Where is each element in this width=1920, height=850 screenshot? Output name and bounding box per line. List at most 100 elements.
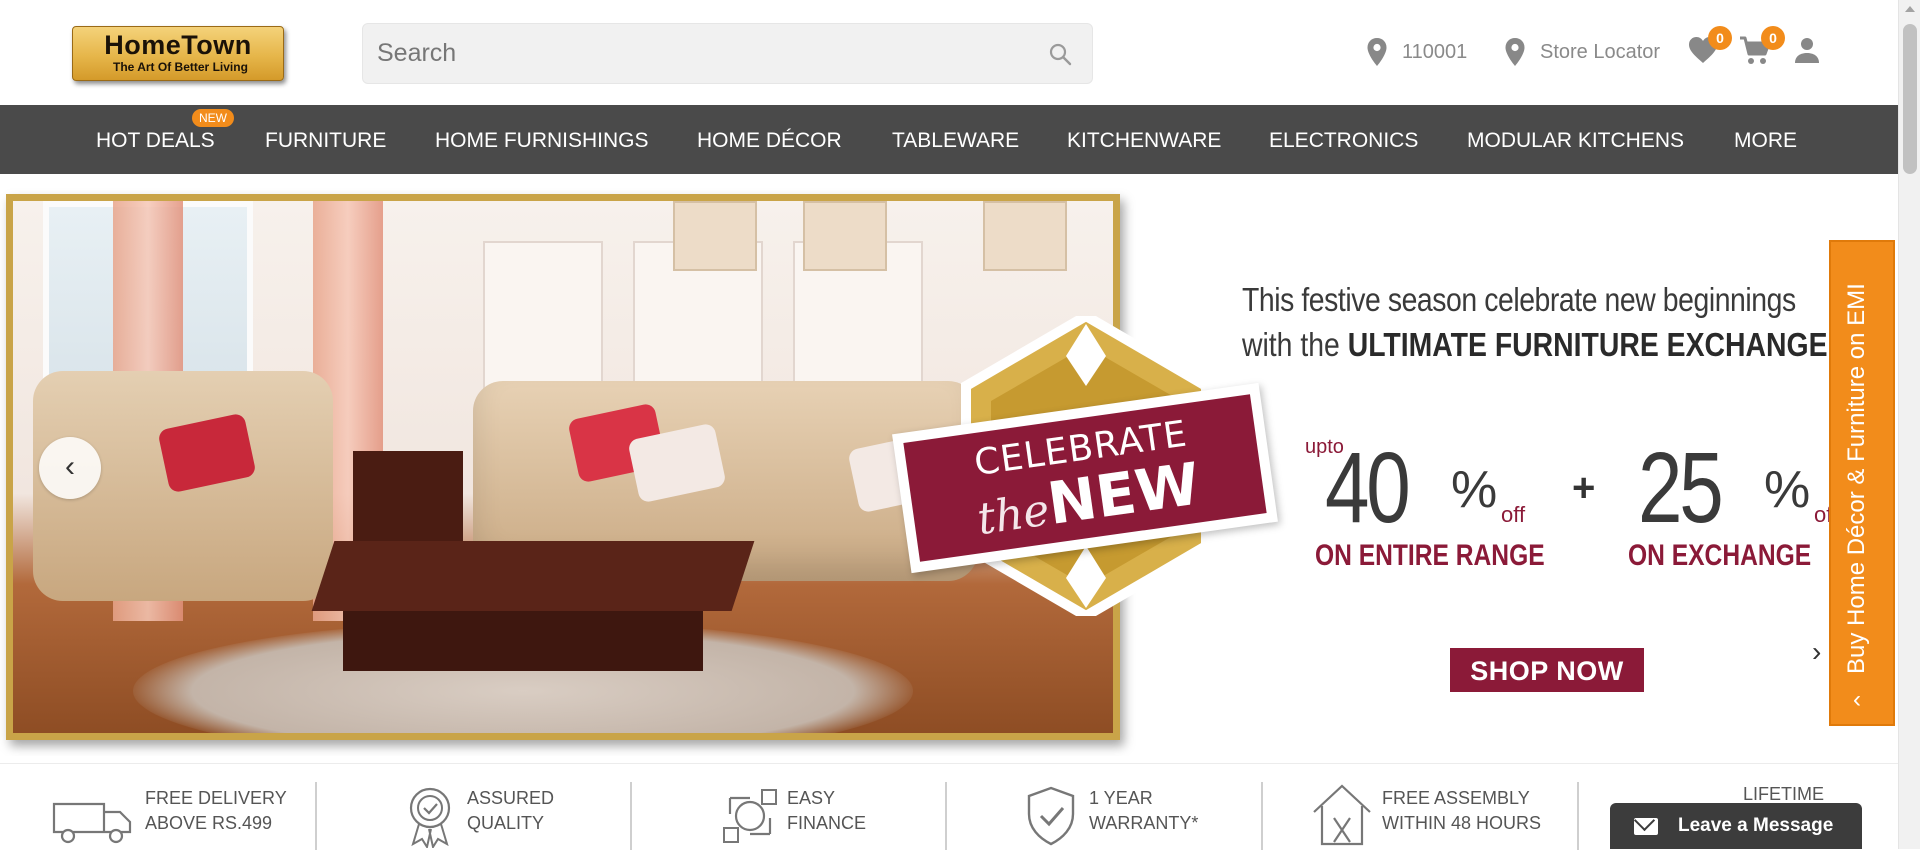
nav-item-more[interactable]: MORE [1734, 105, 1797, 174]
logo-tagline: The Art Of Better Living [113, 60, 248, 74]
scrollbar-thumb[interactable] [1903, 24, 1917, 174]
feature-label: ASSURED QUALITY [467, 786, 554, 836]
quality-badge-icon [409, 787, 451, 848]
feature-label: FREE DELIVERY ABOVE RS.499 [145, 786, 287, 836]
location-pin-icon [1367, 38, 1387, 66]
offer-percent-sign: % [1764, 461, 1811, 519]
ribbon-script-text: the [974, 484, 1053, 546]
feature-line1: ASSURED [467, 788, 555, 808]
coffee-table-illustration [311, 541, 755, 611]
feature-line1: FREE ASSEMBLY [1382, 788, 1530, 808]
main-nav: HOT DEALS NEW FURNITURE HOME FURNISHINGS… [0, 105, 1898, 174]
wishlist-button[interactable]: 0 [1688, 26, 1732, 69]
feature-line1: EASY [787, 788, 836, 808]
nav-item-label: HOT DEALS [96, 129, 215, 152]
nav-item-furniture[interactable]: FURNITURE [265, 105, 386, 174]
scroll-up-arrow-icon[interactable] [1905, 6, 1915, 12]
feature-assured-quality: ASSURED QUALITY [405, 764, 625, 850]
feature-divider [945, 782, 947, 850]
offer-percent-value: 40 [1325, 432, 1411, 544]
store-locator-label: Store Locator [1540, 40, 1661, 63]
promo-headline: This festive season celebrate new beginn… [1242, 281, 1796, 318]
logo-wordmark: HomeTown [104, 30, 252, 60]
offer-percent-sign: % [1451, 461, 1498, 519]
prev-slide-button[interactable]: ‹ [39, 437, 101, 499]
nav-item-home-decor[interactable]: HOME DÉCOR [697, 105, 842, 174]
feature-line1: 1 YEAR [1089, 788, 1153, 808]
nav-item-label: HOME DÉCOR [697, 129, 842, 152]
feature-divider [1577, 782, 1579, 850]
feature-label: 1 YEAR WARRANTY* [1089, 786, 1198, 836]
feature-label: EASY FINANCE [787, 786, 866, 836]
shield-check-icon [1027, 786, 1075, 846]
page-scrollbar[interactable] [1898, 0, 1920, 849]
finance-icon [723, 789, 777, 843]
cart-count-badge: 0 [1761, 26, 1785, 50]
offer-percent-value: 25 [1638, 432, 1724, 544]
offer-off-text: off [1501, 502, 1526, 527]
chevron-left-icon: ‹ [1853, 686, 1861, 713]
nav-item-modular-kitchens[interactable]: MODULAR KITCHENS [1467, 105, 1684, 174]
store-locator-link[interactable]: Store Locator [1504, 32, 1660, 72]
plus-sign: + [1572, 466, 1596, 510]
feature-line1: FREE DELIVERY [145, 788, 287, 808]
leave-message-label: Leave a Message [1678, 815, 1834, 836]
house-tools-icon [1313, 784, 1371, 846]
nav-item-kitchenware[interactable]: KITCHENWARE [1067, 105, 1221, 174]
wall-art [673, 201, 757, 271]
site-header: HomeTown The Art Of Better Living 110001… [0, 0, 1898, 105]
new-badge: NEW [192, 109, 234, 127]
cart-button[interactable]: 0 [1739, 26, 1785, 71]
feature-divider [630, 782, 632, 850]
offer-caption: ON EXCHANGE [1628, 539, 1812, 572]
feature-divider [315, 782, 317, 850]
feature-easy-finance: EASY FINANCE [722, 764, 942, 850]
feature-line2: WARRANTY* [1089, 813, 1199, 833]
account-button[interactable] [1793, 36, 1821, 69]
feature-line2: FINANCE [787, 813, 867, 833]
emi-side-tab[interactable]: Buy Home Décor & Furniture on EMI ‹ [1829, 240, 1895, 726]
feature-line2: QUALITY [467, 813, 545, 833]
nav-item-label: MODULAR KITCHENS [1467, 129, 1685, 152]
feature-warranty: 1 YEAR WARRANTY* [1025, 764, 1245, 850]
leave-message-button[interactable]: Leave a Message [1610, 803, 1862, 849]
delivery-truck-icon [52, 802, 132, 844]
wall-art [983, 201, 1067, 271]
shop-now-button[interactable]: SHOP NOW [1450, 648, 1644, 692]
envelope-icon [1634, 818, 1658, 835]
feature-label: FREE ASSEMBLY WITHIN 48 HOURS [1382, 786, 1541, 836]
feature-divider [1261, 782, 1263, 850]
nav-item-label: HOME FURNISHINGS [435, 129, 649, 152]
nav-item-tableware[interactable]: TABLEWARE [892, 105, 1019, 174]
feature-line2: ABOVE RS.499 [145, 813, 273, 833]
emi-tab-label: Buy Home Décor & Furniture on EMI [1843, 283, 1870, 674]
hometown-logo[interactable]: HomeTown The Art Of Better Living [72, 26, 284, 81]
wishlist-count-badge: 0 [1708, 26, 1732, 50]
nav-item-home-furnishings[interactable]: HOME FURNISHINGS [435, 105, 649, 174]
pincode-text: 110001 [1402, 40, 1468, 63]
location-pin-icon [1505, 38, 1525, 66]
wall-panel [483, 241, 603, 401]
next-slide-arrow[interactable]: › [1812, 636, 1821, 668]
search-box [362, 23, 1093, 84]
nav-item-label: FURNITURE [265, 129, 387, 152]
coffee-table-base [343, 611, 703, 671]
nav-item-hot-deals[interactable]: HOT DEALS NEW [96, 105, 234, 174]
offer-caption: ON ENTIRE RANGE [1315, 539, 1545, 572]
nav-item-electronics[interactable]: ELECTRONICS [1269, 105, 1418, 174]
pincode-selector[interactable]: 110001 [1366, 32, 1467, 72]
feature-free-assembly: FREE ASSEMBLY WITHIN 48 HOURS [1310, 764, 1570, 850]
nav-item-label: KITCHENWARE [1067, 129, 1222, 152]
promo-subheadline: with the ULTIMATE FURNITURE EXCHANGE! [1242, 326, 1837, 364]
nav-item-label: MORE [1734, 129, 1797, 152]
promo-subheadline-lead: with the [1242, 326, 1348, 363]
nav-item-label: ELECTRONICS [1269, 129, 1419, 152]
nav-item-label: TABLEWARE [892, 129, 1020, 152]
hero-banner[interactable]: CELEBRATE theNEW This festive season cel… [0, 186, 1898, 756]
search-input[interactable] [377, 24, 1017, 83]
feature-line2: WITHIN 48 HOURS [1382, 813, 1542, 833]
search-icon[interactable] [1048, 42, 1072, 66]
promo-subheadline-bold: ULTIMATE FURNITURE EXCHANGE! [1347, 326, 1837, 363]
user-icon [1795, 38, 1819, 63]
feature-free-delivery: FREE DELIVERY ABOVE RS.499 [50, 764, 316, 850]
